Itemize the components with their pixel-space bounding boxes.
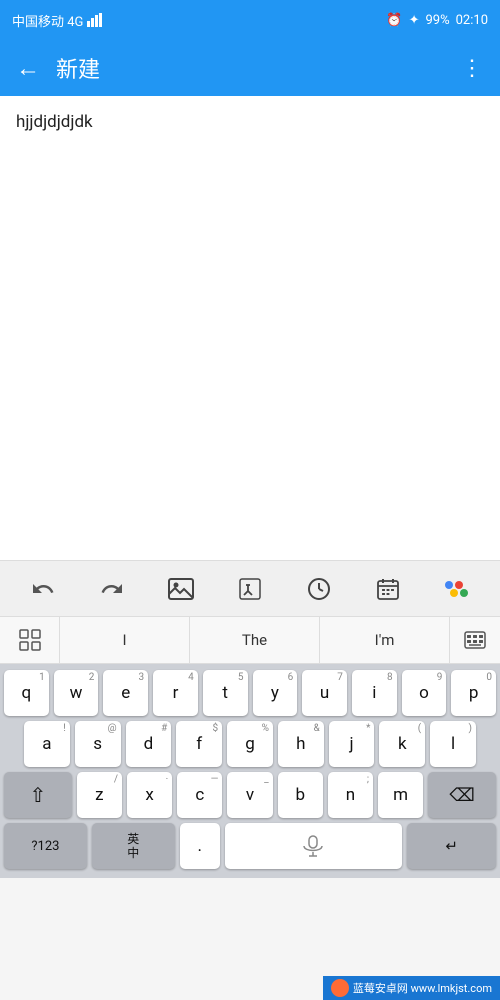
key-backspace[interactable]: ⌫ — [428, 772, 496, 818]
clock-icon — [307, 577, 331, 601]
calendar-button[interactable] — [366, 567, 410, 611]
key-h[interactable]: &h — [278, 721, 324, 767]
app-bar: ← 新建 ⋮ — [0, 40, 500, 96]
bluetooth-icon: ✦ — [409, 13, 420, 28]
back-button[interactable]: ← — [16, 54, 40, 83]
key-i[interactable]: 8i — [352, 670, 397, 716]
more-menu-button[interactable]: ⋮ — [461, 56, 484, 81]
status-right: ⏰ ✦ 99% 02:10 — [386, 13, 488, 28]
key-z[interactable]: /z — [77, 772, 122, 818]
colorful-dots-icon — [443, 577, 471, 601]
key-period[interactable]: . — [180, 823, 220, 869]
redo-icon — [100, 577, 124, 601]
keyboard-row-1: 1q 2w 3e 4r 5t 6y 7u 8i 9o 0p — [4, 670, 496, 716]
alarm-icon: ⏰ — [386, 13, 402, 28]
keyboard-row-3: ⇧ /z ·x —c _v b ;n m ⌫ — [4, 772, 496, 818]
key-n[interactable]: ;n — [328, 772, 373, 818]
key-a[interactable]: !a — [24, 721, 70, 767]
redo-button[interactable] — [90, 567, 134, 611]
keyboard-toolbar — [0, 560, 500, 616]
key-b[interactable]: b — [278, 772, 323, 818]
key-w[interactable]: 2w — [54, 670, 99, 716]
key-f[interactable]: $f — [176, 721, 222, 767]
key-space[interactable] — [225, 823, 403, 869]
keyboard-collapse-button[interactable] — [450, 617, 500, 663]
grid-icon — [19, 629, 41, 651]
undo-icon — [31, 577, 55, 601]
suggestion-word-3[interactable]: I'm — [320, 617, 450, 663]
colorful-dots-button[interactable] — [435, 567, 479, 611]
key-language[interactable]: 英中 — [92, 823, 175, 869]
key-symbols[interactable]: ?123 — [4, 823, 87, 869]
key-s[interactable]: @s — [75, 721, 121, 767]
key-v[interactable]: _v — [227, 772, 272, 818]
key-d[interactable]: #d — [126, 721, 172, 767]
page-title: 新建 — [56, 52, 461, 84]
keyboard-grid-button[interactable] — [0, 617, 60, 663]
key-e[interactable]: 3e — [103, 670, 148, 716]
word-suggestion-row: I The I'm — [0, 616, 500, 664]
time-text: 02:10 — [456, 13, 488, 28]
image-button[interactable] — [159, 567, 203, 611]
key-q[interactable]: 1q — [4, 670, 49, 716]
suggestion-word-1[interactable]: I — [60, 617, 190, 663]
watermark-text: 蓝莓安卓网 www.lmkjst.com — [353, 980, 492, 996]
draw-icon — [238, 577, 262, 601]
draw-button[interactable] — [228, 567, 272, 611]
watermark: 蓝莓安卓网 www.lmkjst.com — [323, 976, 500, 1000]
keyboard: 1q 2w 3e 4r 5t 6y 7u 8i 9o 0p !a @s #d $… — [0, 664, 500, 878]
undo-button[interactable] — [21, 567, 65, 611]
battery-text: 99% — [425, 13, 449, 28]
watermark-logo — [331, 979, 349, 997]
key-shift[interactable]: ⇧ — [4, 772, 72, 818]
microphone-icon — [299, 835, 327, 857]
status-left: 中国移动 4G — [12, 11, 103, 30]
keyboard-row-4: ?123 英中 . ↵ — [4, 823, 496, 869]
calendar-icon — [376, 577, 400, 601]
suggestion-word-2[interactable]: The — [190, 617, 320, 663]
carrier-text: 中国移动 4G — [12, 11, 83, 30]
key-j[interactable]: *j — [329, 721, 375, 767]
image-icon — [168, 578, 194, 600]
keyboard-collapse-icon — [464, 631, 486, 649]
key-c[interactable]: —c — [177, 772, 222, 818]
key-r[interactable]: 4r — [153, 670, 198, 716]
key-o[interactable]: 9o — [402, 670, 447, 716]
key-x[interactable]: ·x — [127, 772, 172, 818]
key-u[interactable]: 7u — [302, 670, 347, 716]
key-y[interactable]: 6y — [253, 670, 298, 716]
key-p[interactable]: 0p — [451, 670, 496, 716]
key-t[interactable]: 5t — [203, 670, 248, 716]
note-content: hjjdjdjdjdk — [16, 112, 93, 132]
status-bar: 中国移动 4G ⏰ ✦ 99% 02:10 — [0, 0, 500, 40]
keyboard-row-2: !a @s #d $f %g &h *j (k )l — [4, 721, 496, 767]
note-editor[interactable]: hjjdjdjdjdk — [0, 96, 500, 560]
signal-icon — [87, 13, 103, 27]
clock-button[interactable] — [297, 567, 341, 611]
key-g[interactable]: %g — [227, 721, 273, 767]
key-enter[interactable]: ↵ — [407, 823, 496, 869]
key-k[interactable]: (k — [379, 721, 425, 767]
key-m[interactable]: m — [378, 772, 423, 818]
key-l[interactable]: )l — [430, 721, 476, 767]
